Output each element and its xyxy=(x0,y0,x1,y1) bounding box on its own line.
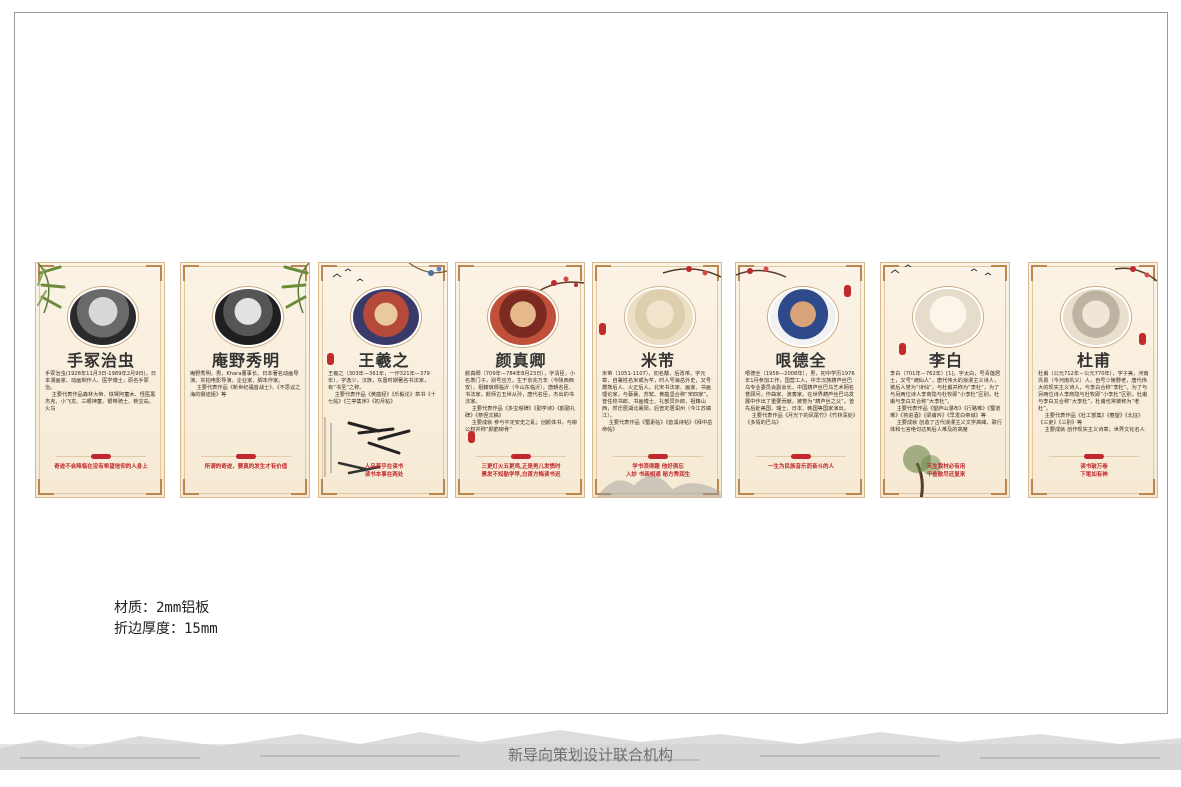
corner-ornament xyxy=(703,479,719,495)
divider-ornament xyxy=(756,454,846,459)
corner-ornament xyxy=(846,479,862,495)
card-du-fu: 杜甫 杜甫（公元712年－公元770年），字子美，河南巩县（今河南巩义）人，自号… xyxy=(1028,262,1158,498)
portrait-painting xyxy=(1061,287,1131,347)
motto-quote: 一生为民族音乐而奋斗的人 xyxy=(767,464,834,470)
footer-org-name: 新导向策划设计联合机构 xyxy=(507,746,673,764)
person-name: 米芾 xyxy=(640,351,675,370)
corner-ornament xyxy=(738,479,754,495)
corner-ornament xyxy=(429,479,445,495)
corner-ornament xyxy=(1139,479,1155,495)
portrait-photo xyxy=(213,287,283,347)
red-seal-icon xyxy=(844,285,851,297)
corner-ornament xyxy=(1139,265,1155,281)
corner-ornament xyxy=(991,265,1007,281)
portrait-painting xyxy=(913,287,983,347)
corner-ornament xyxy=(1031,479,1047,495)
card-anno: 庵野秀明 庵野秀明，男，Khara董事长、日本著名动画导演、实拍电影导演、企业家… xyxy=(180,262,310,498)
portrait-photo xyxy=(68,287,138,347)
spec-notes: 材质：2mm铝板 折边厚度：15mm xyxy=(114,598,218,640)
person-name: 颜真卿 xyxy=(495,351,547,370)
motto-quote: 三更灯火五更鸡,正是男儿发愤时 黑发不知勤学早,白首方悔读书迟 xyxy=(481,464,561,478)
corner-ornament xyxy=(38,479,54,495)
motto-quote: 学书须得趣 他好俱忘 入妙 书画相通 秘方秀润生 xyxy=(625,464,691,478)
person-bio: 手冢治虫(1928年11月3日-1989年2月9日)，日本漫画家、动画制作人、医… xyxy=(45,371,157,412)
portrait-painting xyxy=(625,287,695,347)
divider-ornament xyxy=(56,454,146,459)
red-seal-icon xyxy=(468,431,475,443)
person-bio: 颜真卿（709年—784年8月23日），字清臣，小名羡门子，别号应方，生于京兆万… xyxy=(465,371,578,433)
corner-ornament xyxy=(183,265,199,281)
motto-quote: 奇迹不会降临在没有希望信仰的人身上 xyxy=(54,464,148,470)
person-name: 手冢治虫 xyxy=(66,351,135,370)
corner-ornament xyxy=(321,265,337,281)
person-name: 李白 xyxy=(928,351,963,370)
card-wang-xizhi: 王羲之 王羲之（303年—361年，一作321年—379年），字逸少，汉族，东晋… xyxy=(318,262,448,498)
corner-ornament xyxy=(291,479,307,495)
person-name: 王羲之 xyxy=(358,351,410,370)
corner-ornament xyxy=(146,265,162,281)
person-bio: 庵野秀明，男，Khara董事长、日本著名动画导演、实拍电影导演、企业家、脚本作家… xyxy=(190,371,301,398)
corner-ornament xyxy=(883,479,899,495)
card-gen-dequan: 哏德全 哏德全（1958—2008年），男，初中学历1976年1月参加工作，国营… xyxy=(735,262,865,498)
corner-ornament xyxy=(738,265,754,281)
portrait-painting xyxy=(488,287,558,347)
motto-quote: 读书破万卷 下笔如有神 xyxy=(1080,464,1108,478)
person-bio: 李白（701年－762年）[1]，字太白，号青莲居士，又号“谪仙人”，唐代伟大的… xyxy=(890,371,1003,433)
corner-ornament xyxy=(595,479,611,495)
material-note: 材质：2mm铝板 xyxy=(114,600,210,616)
person-name: 哏德全 xyxy=(775,351,827,370)
corner-ornament xyxy=(566,479,582,495)
portrait-painting xyxy=(351,287,421,347)
person-bio: 米芾（1051-1107），初名黻，后改芾，字元章，自署姓名米或为芊，时人号海岳… xyxy=(602,371,713,433)
corner-ornament xyxy=(703,265,719,281)
person-name: 庵野秀明 xyxy=(211,351,280,370)
corner-ornament xyxy=(458,479,474,495)
divider-ornament xyxy=(613,454,703,459)
divider-ornament xyxy=(1049,454,1139,459)
corner-ornament xyxy=(146,479,162,495)
corner-ornament xyxy=(1031,265,1047,281)
thickness-note: 折边厚度：15mm xyxy=(114,621,218,637)
red-seal-icon xyxy=(599,323,606,335)
corner-ornament xyxy=(38,265,54,281)
corner-ornament xyxy=(321,479,337,495)
divider-ornament xyxy=(476,454,566,459)
corner-ornament xyxy=(183,479,199,495)
corner-ornament xyxy=(429,265,445,281)
person-name: 杜甫 xyxy=(1076,351,1111,370)
corner-ornament xyxy=(458,265,474,281)
corner-ornament xyxy=(846,265,862,281)
person-bio: 王羲之（303年—361年，一作321年—379年），字逸少，汉族，东晋时期著名… xyxy=(328,371,436,405)
portrait-photo xyxy=(768,287,838,347)
red-seal-icon xyxy=(1139,333,1146,345)
corner-ornament xyxy=(883,265,899,281)
card-li-bai: 李白 李白（701年－762年）[1]，字太白，号青莲居士，又号“谪仙人”，唐代… xyxy=(880,262,1010,498)
person-bio: 杜甫（公元712年－公元770年），字子美，河南巩县（今河南巩义）人，自号少陵野… xyxy=(1038,371,1149,433)
corner-ornament xyxy=(566,265,582,281)
corner-ornament xyxy=(991,479,1007,495)
motto-quote: 所谓的奇迹，要真的发生才有价值 xyxy=(204,464,288,470)
person-bio: 哏德全（1958—2008年），男，初中学历1976年1月参加工作，国营工人，中… xyxy=(745,371,856,426)
corner-ornament xyxy=(291,265,307,281)
divider-ornament xyxy=(201,454,291,459)
motto-quote: 天生我材必有用 千金散尽还复来 xyxy=(926,464,966,478)
card-mi-fu: 米芾 米芾（1051-1107），初名黻，后改芾，字元章，自署姓名米或为芊，时人… xyxy=(592,262,722,498)
card-yan-zhenqing: 颜真卿 颜真卿（709年—784年8月23日），字清臣，小名羡门子，别号应方，生… xyxy=(455,262,585,498)
motto-quote: 人品若乎在读书 读书本事在两处 xyxy=(364,464,404,478)
corner-ornament xyxy=(595,265,611,281)
card-tezuka: 手冢治虫 手冢治虫(1928年11月3日-1989年2月9日)，日本漫画家、动画… xyxy=(35,262,165,498)
